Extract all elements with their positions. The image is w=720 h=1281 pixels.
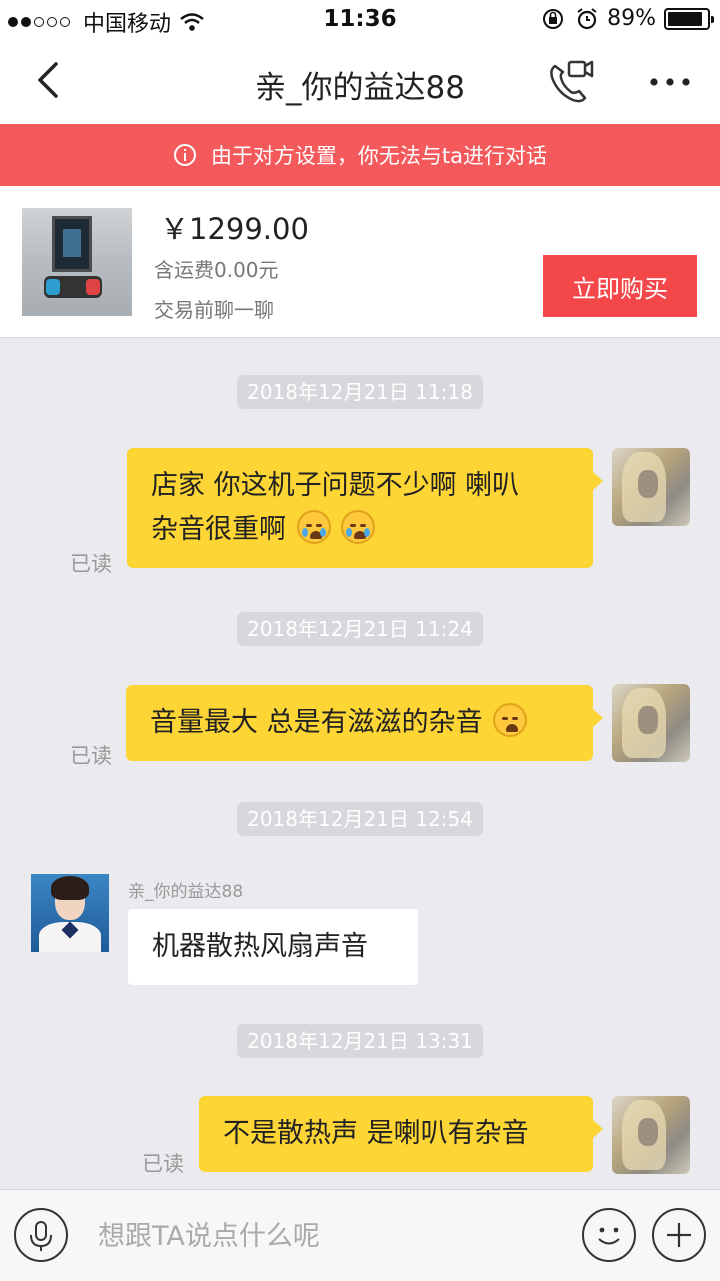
status-right: 89% xyxy=(541,6,714,31)
product-thumbnail[interactable] xyxy=(22,208,132,316)
message-text: 杂音很重啊 xyxy=(151,514,286,545)
crying-face-icon xyxy=(296,510,331,544)
battery-icon xyxy=(664,7,714,30)
message-text: 机器散热风扇声音 xyxy=(152,931,368,962)
timestamp: 2018年12月21日 13:31 xyxy=(237,1024,483,1058)
more-icon[interactable] xyxy=(646,62,694,102)
avatar[interactable] xyxy=(612,684,690,762)
product-chat-note: 交易前聊一聊 xyxy=(154,298,274,322)
message-text: 音量最大 总是有滋滋的杂音 xyxy=(150,707,483,738)
message-input[interactable] xyxy=(98,1208,558,1264)
video-call-icon[interactable] xyxy=(545,56,597,108)
emoji-icon[interactable] xyxy=(582,1208,636,1262)
read-receipt: 已读 xyxy=(70,744,112,768)
plus-icon[interactable] xyxy=(652,1208,706,1262)
timestamp: 2018年12月21日 12:54 xyxy=(237,802,483,836)
input-bar xyxy=(0,1189,720,1281)
alarm-icon xyxy=(577,7,597,29)
read-receipt: 已读 xyxy=(70,552,112,576)
crying-face-icon xyxy=(341,510,376,544)
banner-text: 由于对方设置，你无法与ta进行对话 xyxy=(210,144,548,168)
avatar[interactable] xyxy=(31,874,109,952)
timestamp: 2018年12月21日 11:24 xyxy=(237,612,483,646)
message-text: 店家 你这机子问题不少啊 喇叭 xyxy=(151,470,520,501)
status-bar: 中国移动 11:36 89% xyxy=(0,0,720,40)
tired-face-icon xyxy=(493,703,528,737)
message-bubble-mine[interactable]: 不是散热声 是喇叭有杂音 xyxy=(199,1096,603,1172)
message-bubble-other[interactable]: 机器散热风扇声音 xyxy=(128,909,418,985)
message-bubble-mine[interactable]: 音量最大 总是有滋滋的杂音 xyxy=(126,685,603,761)
rotation-lock-icon xyxy=(543,8,564,29)
message-text: 不是散热声 是喇叭有杂音 xyxy=(223,1118,529,1149)
message-bubble-mine[interactable]: 店家 你这机子问题不少啊 喇叭 杂音很重啊 xyxy=(127,448,603,568)
restriction-banner: 由于对方设置，你无法与ta进行对话 xyxy=(0,124,720,186)
info-icon xyxy=(173,144,196,166)
sender-name: 亲_你的益达88 xyxy=(128,882,244,902)
timestamp: 2018年12月21日 11:18 xyxy=(237,375,483,409)
battery-percent: 89% xyxy=(607,6,656,31)
chat-title: 亲_你的益达88 xyxy=(255,70,465,106)
avatar[interactable] xyxy=(612,1096,690,1174)
buy-now-button[interactable]: 立即购买 xyxy=(543,255,697,317)
read-receipt: 已读 xyxy=(142,1152,184,1176)
microphone-icon[interactable] xyxy=(14,1208,68,1262)
avatar[interactable] xyxy=(612,448,690,526)
nav-bar: 亲_你的益达88 xyxy=(0,40,720,124)
product-shipping: 含运费0.00元 xyxy=(154,258,279,282)
product-card[interactable]: ￥1299.00 含运费0.00元 交易前聊一聊 立即购买 xyxy=(0,186,720,338)
product-price: ￥1299.00 xyxy=(160,212,309,246)
